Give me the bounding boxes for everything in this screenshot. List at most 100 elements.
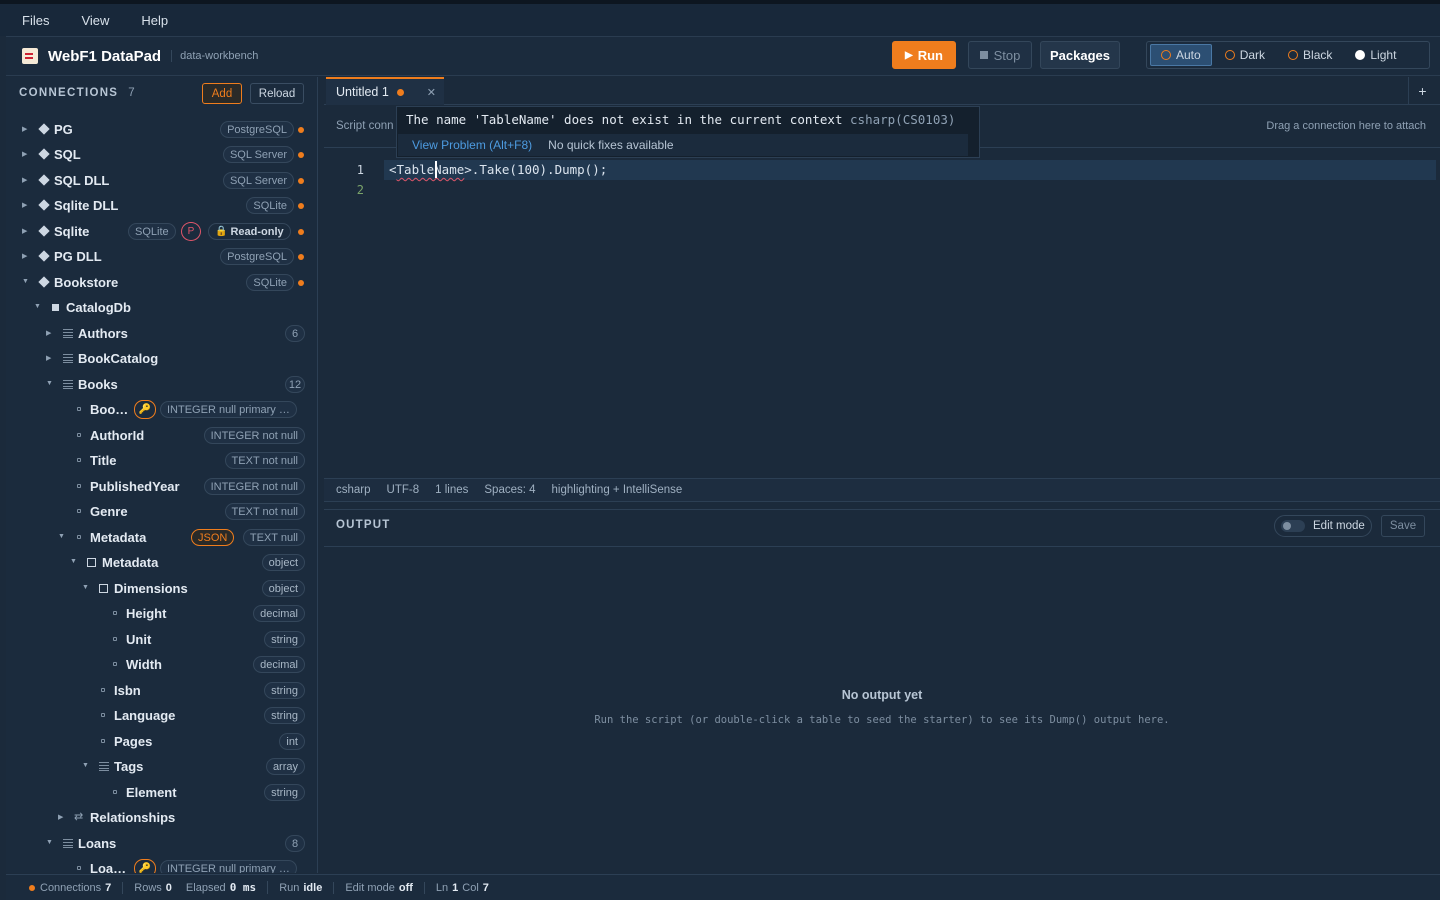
status-value: idle <box>303 881 323 894</box>
toggle-switch-icon[interactable] <box>1281 520 1305 532</box>
error-message: The name 'TableName' does not exist in t… <box>406 112 955 127</box>
chevron-right-icon[interactable]: ▶ <box>22 176 27 184</box>
key-icon: 🔑 <box>134 400 156 419</box>
chevron-down-icon[interactable]: ▼ <box>46 380 53 387</box>
json-node-language[interactable]: Language string <box>6 703 317 728</box>
column-publishedyear[interactable]: PublishedYear INTEGER not null <box>6 474 317 499</box>
radio-icon <box>1288 50 1299 60</box>
menu-files[interactable]: Files <box>22 13 49 28</box>
chevron-right-icon[interactable]: ▶ <box>22 150 27 158</box>
tree-label: BookCatalog <box>78 351 159 366</box>
menu-view[interactable]: View <box>81 13 109 28</box>
code-line[interactable]: <TableName>.Take(100).Dump(); <box>389 162 607 177</box>
tree-node-books[interactable]: ▼ Books 12 <box>6 372 317 397</box>
chevron-right-icon[interactable]: ▶ <box>46 329 51 337</box>
new-tab-button[interactable]: + <box>1408 77 1436 105</box>
connection-sql-dll[interactable]: ▶ SQL DLL SQL Server <box>6 168 317 193</box>
db-type-badge: PostgreSQL <box>220 248 294 265</box>
column-authorid[interactable]: AuthorId INTEGER not null <box>6 423 317 448</box>
tree-label: CatalogDb <box>66 300 131 315</box>
empty-state-hint: Run the script (or double-click a table … <box>594 714 1170 726</box>
edit-mode-toggle[interactable]: Edit mode <box>1274 515 1372 537</box>
chevron-down-icon[interactable]: ▼ <box>70 558 77 565</box>
tree-label: Metadata <box>102 555 159 570</box>
column-title[interactable]: Title TEXT not null <box>6 448 317 473</box>
column-icon <box>77 866 81 870</box>
indentation[interactable]: Spaces: 4 <box>484 484 535 496</box>
json-type-badge: string <box>264 707 305 724</box>
tree-label: Dimensions <box>114 581 188 596</box>
json-node-unit[interactable]: Unit string <box>6 627 317 652</box>
table-icon <box>63 839 73 848</box>
json-node-height[interactable]: Height decimal <box>6 601 317 626</box>
column-metadata[interactable]: ▼ Metadata JSON TEXT null <box>6 525 317 550</box>
tab-untitled-1[interactable]: Untitled 1 ✕ <box>326 77 444 105</box>
chevron-right-icon[interactable]: ▶ <box>22 227 27 235</box>
json-node-isbn[interactable]: Isbn string <box>6 678 317 703</box>
theme-light[interactable]: Light <box>1345 44 1406 66</box>
tree-node-authors[interactable]: ▶ Authors 6 <box>6 321 317 346</box>
close-icon[interactable]: ✕ <box>427 86 436 99</box>
status-dot-icon <box>29 884 35 891</box>
status-value: 7 <box>482 881 489 894</box>
column-bookid[interactable]: Boo… 🔑 INTEGER null primary … <box>6 397 317 422</box>
connection-sqlite-dll[interactable]: ▶ Sqlite DLL SQLite <box>6 193 317 218</box>
json-node-element[interactable]: Element string <box>6 780 317 805</box>
theme-black[interactable]: Black <box>1278 44 1342 66</box>
chevron-down-icon[interactable]: ▼ <box>82 584 89 591</box>
tree-node-relationships[interactable]: ▶ ⇄ Relationships <box>6 805 317 830</box>
tree-node-loans[interactable]: ▼ Loans 8 <box>6 831 317 856</box>
chevron-down-icon[interactable]: ▼ <box>82 762 89 769</box>
chevron-right-icon[interactable]: ▶ <box>22 125 27 133</box>
object-icon <box>87 558 96 567</box>
connection-pg-dll[interactable]: ▶ PG DLL PostgreSQL <box>6 244 317 269</box>
chevron-right-icon[interactable]: ▶ <box>22 252 27 260</box>
object-icon <box>99 584 108 593</box>
run-button[interactable]: ▶ Run <box>892 41 956 69</box>
connection-sqlite[interactable]: ▶ Sqlite SQLite P 🔒 Read-only <box>6 219 317 244</box>
menu-help[interactable]: Help <box>141 13 168 28</box>
chevron-right-icon[interactable]: ▶ <box>22 201 27 209</box>
connection-bookstore[interactable]: ▼ Bookstore SQLite <box>6 270 317 295</box>
status-run: Run idle <box>268 881 335 894</box>
chevron-down-icon[interactable]: ▼ <box>46 839 53 846</box>
chevron-right-icon[interactable]: ▶ <box>46 354 51 362</box>
script-connection-label: Script conn <box>336 120 394 132</box>
add-connection-button[interactable]: Add <box>202 83 242 104</box>
connection-pg[interactable]: ▶ PG PostgreSQL <box>6 117 317 142</box>
database-icon <box>38 148 50 160</box>
readonly-label: Read-only <box>230 225 284 238</box>
chevron-down-icon[interactable]: ▼ <box>58 533 65 540</box>
chevron-down-icon[interactable]: ▼ <box>22 278 29 285</box>
tree-node-bookcatalog[interactable]: ▶ BookCatalog <box>6 346 317 371</box>
status-value: off <box>398 881 413 894</box>
chevron-right-icon[interactable]: ▶ <box>58 813 63 821</box>
json-node-width[interactable]: Width decimal <box>6 652 317 677</box>
code-editor[interactable]: 1 2 <TableName>.Take(100).Dump(); <box>324 149 1440 479</box>
connection-sql[interactable]: ▶ SQL SQL Server <box>6 142 317 167</box>
tree-label: Boo… <box>90 402 129 417</box>
language-mode[interactable]: csharp <box>336 484 371 496</box>
db-type-badge: SQLite <box>128 223 176 240</box>
save-button[interactable]: Save <box>1381 515 1425 537</box>
tree-label: Genre <box>90 504 128 519</box>
reload-button[interactable]: Reload <box>250 83 304 104</box>
theme-black-label: Black <box>1303 48 1333 62</box>
chevron-down-icon[interactable]: ▼ <box>34 303 41 310</box>
packages-button[interactable]: Packages <box>1040 41 1120 69</box>
column-loanid[interactable]: Loa… 🔑 INTEGER null primary … <box>6 856 317 873</box>
tree-label: Isbn <box>114 683 141 698</box>
column-genre[interactable]: Genre TEXT not null <box>6 499 317 524</box>
json-node-dimensions[interactable]: ▼ Dimensions object <box>6 576 317 601</box>
json-node-tags[interactable]: ▼ Tags array <box>6 754 317 779</box>
stop-button[interactable]: Stop <box>968 41 1032 69</box>
tree-label: Authors <box>78 326 128 341</box>
tree-node-catalogdb[interactable]: ▼ CatalogDb <box>6 295 317 320</box>
view-problem-link[interactable]: View Problem (Alt+F8) <box>412 138 532 152</box>
encoding[interactable]: UTF-8 <box>387 484 420 496</box>
json-node-pages[interactable]: Pages int <box>6 729 317 754</box>
theme-dark[interactable]: Dark <box>1215 44 1275 66</box>
status-dot-icon <box>298 280 304 286</box>
theme-auto[interactable]: Auto <box>1150 44 1212 66</box>
json-node-metadata[interactable]: ▼ Metadata object <box>6 550 317 575</box>
